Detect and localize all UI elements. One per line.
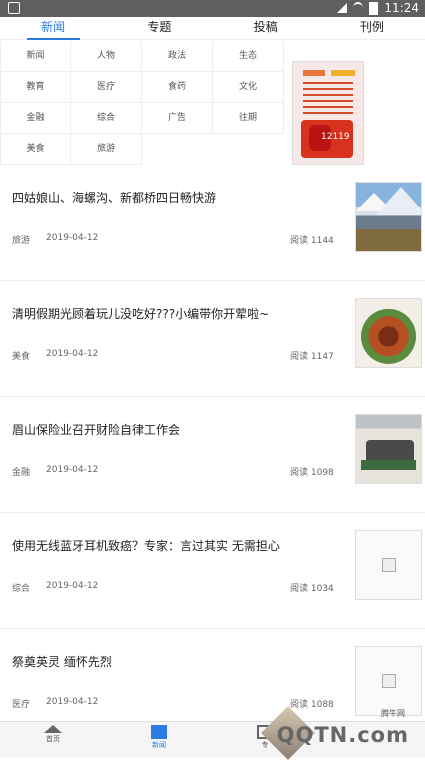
nav-news-label: 新闻 — [152, 741, 166, 749]
fire-safety-poster: 12119 — [292, 61, 364, 165]
tab-submit[interactable]: 投稿 — [213, 17, 319, 39]
category-item[interactable]: 食药 — [142, 72, 213, 103]
news-thumbnail — [355, 298, 422, 368]
banner-ad[interactable]: 12119 — [286, 41, 424, 165]
news-thumbnail-placeholder — [355, 530, 422, 600]
news-category: 综合 — [12, 584, 31, 594]
news-item[interactable]: 清明假期光顾着玩儿没吃好???小编带你开荤啦~ 美食 2019-04-12 阅读… — [0, 281, 425, 397]
news-reads: 阅读 1144 — [290, 236, 334, 246]
bottom-nav: 首页 新闻 专 腾牛网 QQTN.com — [0, 706, 425, 760]
category-item[interactable]: 金融 — [0, 103, 71, 134]
top-tabs: 新闻 专题 投稿 刊例 — [0, 17, 425, 40]
news-title: 祭奠英灵 缅怀先烈 — [12, 655, 112, 669]
tab-rates[interactable]: 刊例 — [319, 17, 425, 39]
wifi-icon — [353, 2, 364, 14]
news-reads: 阅读 1034 — [290, 584, 334, 594]
news-date: 2019-04-12 — [46, 349, 99, 359]
news-list: 四姑娘山、海螺沟、新都桥四日畅快游 旅游 2019-04-12 阅读 1144 … — [0, 165, 425, 745]
news-item[interactable]: 四姑娘山、海螺沟、新都桥四日畅快游 旅游 2019-04-12 阅读 1144 — [0, 165, 425, 281]
status-icons: 11:24 — [337, 1, 419, 15]
news-item[interactable]: 眉山保险业召开财险自律工作会 金融 2019-04-12 阅读 1098 — [0, 397, 425, 513]
news-thumbnail-placeholder — [355, 646, 422, 716]
category-item[interactable]: 往期 — [213, 103, 284, 134]
category-item[interactable]: 政法 — [142, 41, 213, 72]
category-item[interactable]: 生态 — [213, 41, 284, 72]
category-item[interactable]: 医疗 — [71, 72, 142, 103]
watermark-site: 腾牛网 — [381, 709, 405, 718]
news-date: 2019-04-12 — [46, 697, 99, 707]
news-category: 医疗 — [12, 700, 31, 710]
app-icon — [8, 2, 20, 14]
news-meta: 美食 2019-04-12 — [12, 349, 98, 362]
news-title: 使用无线蓝牙耳机致癌？专家：言过其实 无需担心 — [12, 539, 280, 553]
news-title: 眉山保险业召开财险自律工作会 — [12, 423, 181, 437]
news-reads: 阅读 1098 — [290, 468, 334, 478]
news-title: 四姑娘山、海螺沟、新都桥四日畅快游 — [12, 191, 217, 205]
category-item[interactable]: 新闻 — [0, 41, 71, 72]
news-meta: 旅游 2019-04-12 — [12, 233, 98, 246]
signal-icon — [337, 3, 348, 13]
category-item[interactable]: 人物 — [71, 41, 142, 72]
news-thumbnail — [355, 182, 422, 252]
nav-home-label: 首页 — [46, 735, 60, 743]
broken-image-icon — [381, 674, 396, 688]
news-category: 美食 — [12, 352, 31, 362]
nav-home[interactable]: 首页 — [0, 722, 106, 757]
category-item[interactable]: 广告 — [142, 103, 213, 134]
category-item[interactable]: 综合 — [71, 103, 142, 134]
tab-special[interactable]: 专题 — [106, 17, 212, 39]
news-meta: 金融 2019-04-12 — [12, 465, 98, 478]
news-date: 2019-04-12 — [46, 581, 99, 591]
home-icon — [44, 725, 62, 733]
nav-news[interactable]: 新闻 — [106, 722, 212, 757]
news-date: 2019-04-12 — [46, 233, 99, 243]
news-date: 2019-04-12 — [46, 465, 99, 475]
broken-image-icon — [381, 558, 396, 572]
news-thumbnail — [355, 414, 422, 484]
news-meta: 综合 2019-04-12 — [12, 581, 98, 594]
time: 11:24 — [384, 1, 419, 15]
news-icon — [151, 725, 167, 739]
news-category: 旅游 — [12, 236, 31, 246]
poster-number: 12119 — [321, 132, 350, 142]
news-category: 金融 — [12, 468, 31, 478]
news-reads: 阅读 1147 — [290, 352, 334, 362]
category-item[interactable]: 美食 — [0, 134, 71, 165]
watermark: 腾牛网 QQTN.com — [261, 706, 417, 760]
watermark-text: QQTN.com — [276, 723, 409, 747]
category-item[interactable]: 旅游 — [71, 134, 142, 165]
category-grid: 新闻 人物 政法 生态 教育 医疗 食药 文化 金融 综合 广告 往期 美食 旅… — [0, 41, 284, 165]
news-title: 清明假期光顾着玩儿没吃好???小编带你开荤啦~ — [12, 307, 270, 321]
category-item[interactable]: 教育 — [0, 72, 71, 103]
battery-icon — [369, 1, 379, 15]
category-item[interactable]: 文化 — [213, 72, 284, 103]
news-meta: 医疗 2019-04-12 — [12, 697, 98, 710]
tab-news[interactable]: 新闻 — [0, 17, 106, 40]
status-bar: 11:24 — [0, 0, 425, 17]
news-item[interactable]: 使用无线蓝牙耳机致癌？专家：言过其实 无需担心 综合 2019-04-12 阅读… — [0, 513, 425, 629]
